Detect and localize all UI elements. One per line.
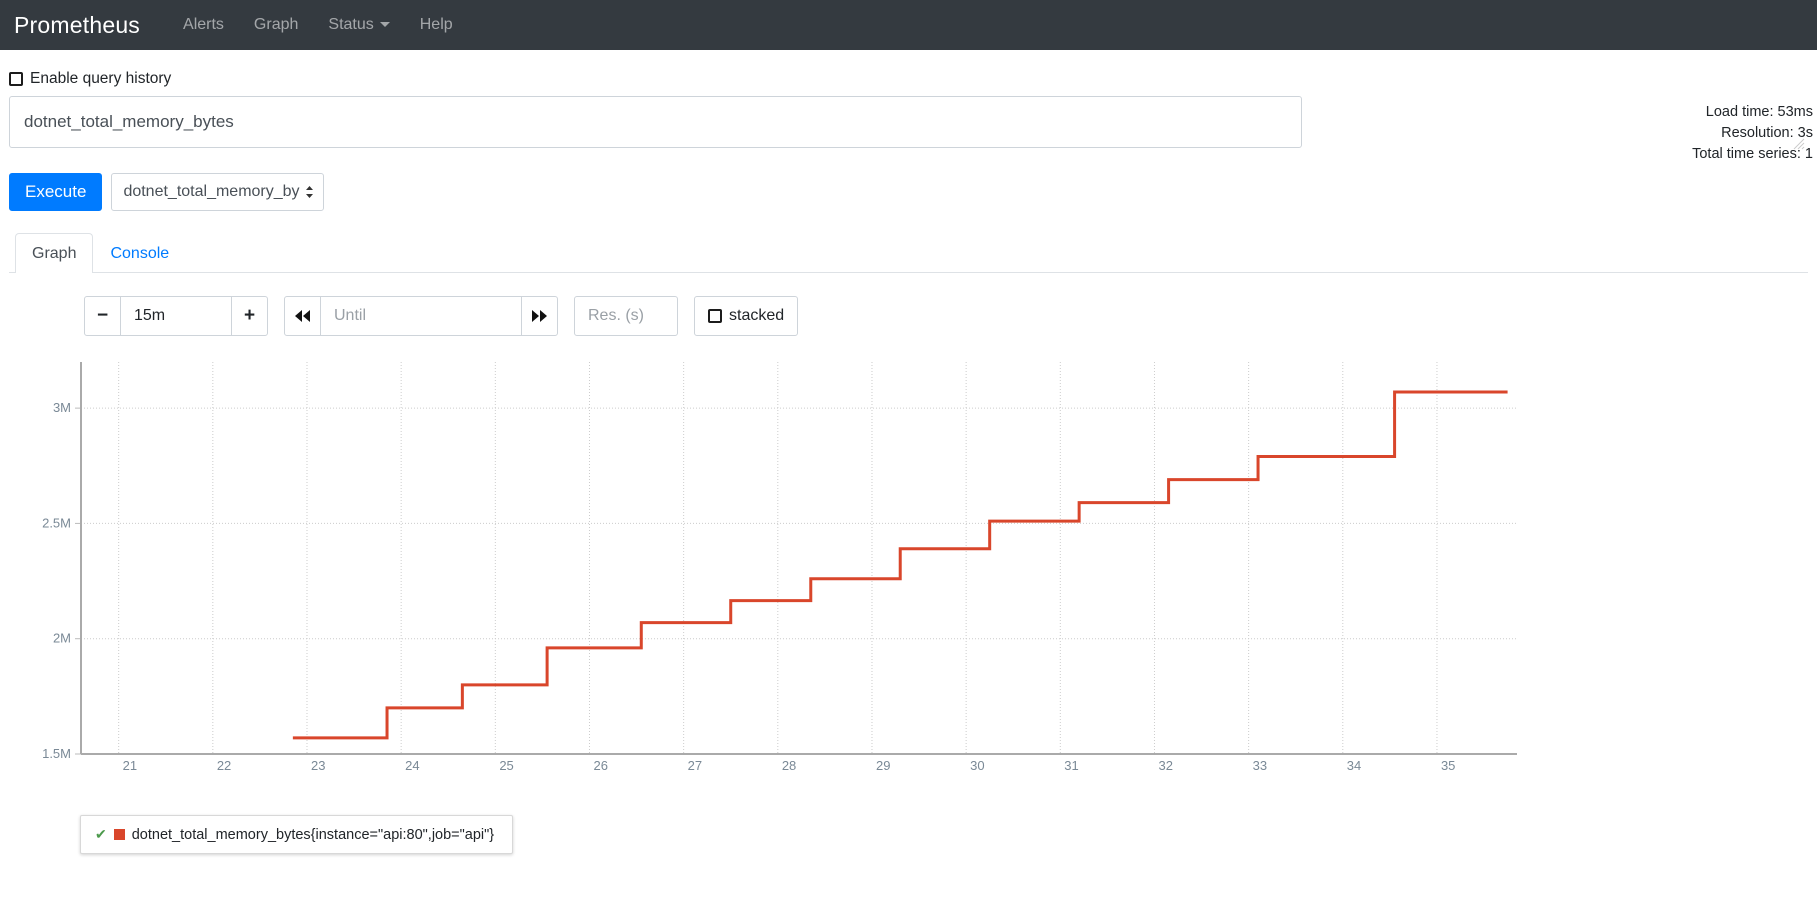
svg-text:22: 22 — [217, 758, 231, 773]
svg-text:32: 32 — [1158, 758, 1172, 773]
select-updown-icon — [305, 185, 314, 199]
double-right-arrow-icon — [532, 310, 547, 322]
svg-text:25: 25 — [499, 758, 513, 773]
total-series-stat: Total time series: 1 — [1692, 146, 1813, 162]
query-expression-input[interactable] — [9, 96, 1302, 148]
resolution-stat: Resolution: 3s — [1721, 125, 1813, 141]
svg-text:29: 29 — [876, 758, 890, 773]
range-group: − 15m + — [84, 296, 268, 336]
svg-text:30: 30 — [970, 758, 984, 773]
nav-item-graph[interactable]: Graph — [239, 0, 313, 50]
until-input[interactable] — [321, 296, 521, 336]
page-body: Enable query history Load time: 53ms Res… — [0, 70, 1817, 854]
chart-svg[interactable]: 1.5M 2M 2.5M 3M 21 22 23 24 25 26 27 28 29 30 31 32 33 34… — [9, 354, 1817, 774]
result-tabs: Graph Console — [9, 233, 1808, 273]
metric-select-value: dotnet_total_memory_by — [123, 183, 300, 200]
legend-checkmark-icon: ✔ — [95, 826, 107, 842]
resolution-input[interactable] — [574, 296, 678, 336]
range-decrease-button[interactable]: − — [84, 296, 121, 336]
nav-item-alerts-label: Alerts — [183, 16, 224, 33]
tab-console[interactable]: Console — [93, 233, 186, 273]
chevron-down-icon — [379, 22, 390, 27]
svg-text:33: 33 — [1253, 758, 1267, 773]
nav-item-help[interactable]: Help — [405, 0, 468, 50]
query-stats: Load time: 53ms Resolution: 3s Total tim… — [1692, 102, 1813, 165]
query-history-row: Enable query history — [9, 70, 1808, 88]
legend-color-swatch — [113, 829, 125, 840]
nav-item-status[interactable]: Status — [313, 0, 404, 50]
svg-text:2.5M: 2.5M — [42, 515, 71, 530]
nav-item-graph-label: Graph — [253, 16, 299, 33]
svg-text:26: 26 — [593, 758, 607, 773]
tab-graph[interactable]: Graph — [15, 233, 94, 273]
time-backward-button[interactable] — [284, 296, 321, 336]
metric-select[interactable]: dotnet_total_memory_by — [111, 173, 325, 211]
stacked-label: stacked — [729, 307, 785, 324]
nav-item-alerts[interactable]: Alerts — [168, 0, 239, 50]
range-value[interactable]: 15m — [121, 296, 231, 336]
graph-chart: 1.5M 2M 2.5M 3M 21 22 23 24 25 26 27 28 29 30 31 32 33 34… — [9, 354, 1808, 774]
nav-links: Alerts Graph Status Help — [168, 0, 468, 50]
nav-item-status-label: Status — [328, 16, 374, 33]
range-increase-button[interactable]: + — [231, 296, 268, 336]
double-left-arrow-icon — [295, 310, 310, 322]
svg-text:24: 24 — [405, 758, 419, 773]
stacked-checkbox[interactable] — [708, 309, 722, 323]
chart-legend[interactable]: ✔ dotnet_total_memory_bytes{instance="ap… — [80, 815, 514, 854]
svg-text:35: 35 — [1441, 758, 1455, 773]
time-forward-button[interactable] — [521, 296, 558, 336]
svg-text:27: 27 — [688, 758, 702, 773]
resolution-group — [574, 296, 678, 336]
nav-item-help-label: Help — [419, 16, 453, 33]
svg-text:21: 21 — [123, 758, 137, 773]
legend-series-label: dotnet_total_memory_bytes{instance="api:… — [131, 826, 495, 843]
time-navigation-group — [284, 296, 558, 336]
stacked-toggle[interactable]: stacked — [694, 296, 799, 336]
svg-text:2M: 2M — [53, 631, 71, 646]
svg-text:31: 31 — [1064, 758, 1078, 773]
navbar: Prometheus Alerts Graph Status Help — [0, 0, 1817, 50]
svg-text:1.5M: 1.5M — [42, 746, 71, 761]
stacked-group: stacked — [694, 296, 799, 336]
brand-logo[interactable]: Prometheus — [14, 12, 140, 39]
query-actions-row: Execute dotnet_total_memory_by — [9, 173, 1808, 211]
query-input-wrapper — [9, 96, 1808, 153]
graph-toolbar: − 15m + stacked — [9, 296, 1808, 336]
enable-query-history-label[interactable]: Enable query history — [30, 70, 171, 88]
svg-text:3M: 3M — [53, 400, 71, 415]
svg-text:28: 28 — [782, 758, 796, 773]
svg-text:34: 34 — [1347, 758, 1361, 773]
load-time-stat: Load time: 53ms — [1705, 104, 1813, 120]
enable-query-history-checkbox[interactable] — [9, 72, 23, 86]
svg-text:23: 23 — [311, 758, 325, 773]
execute-button[interactable]: Execute — [9, 173, 103, 211]
